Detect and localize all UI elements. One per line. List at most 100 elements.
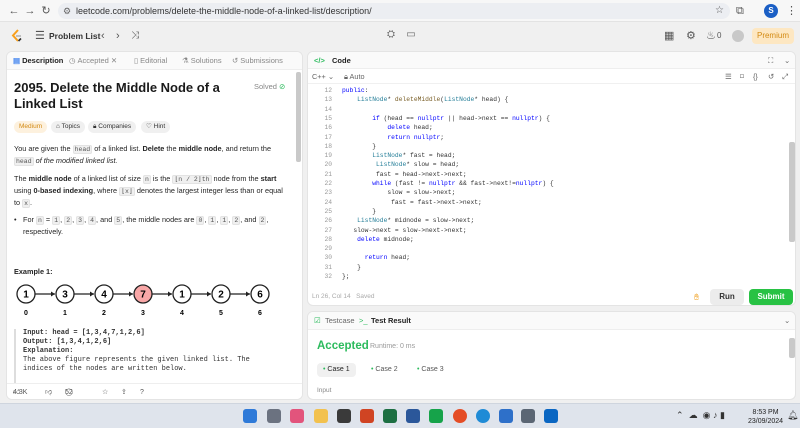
autocomplete-toggle[interactable]: 🔒︎ Auto [344, 69, 365, 84]
help-icon[interactable]: ? [140, 384, 144, 399]
submit-button[interactable]: Submit [749, 289, 793, 305]
teams-icon[interactable] [476, 409, 490, 423]
left-scrollbar[interactable] [296, 72, 301, 162]
favorite-star-icon[interactable]: ☆ [102, 384, 108, 399]
bookmark-star-icon[interactable]: ☆ [715, 3, 724, 19]
hint-tag[interactable]: ♡ Hint [141, 121, 171, 133]
difficulty-tag[interactable]: Medium [14, 121, 48, 133]
linkedin-icon[interactable] [544, 409, 558, 423]
reset-icon[interactable]: ↺ [768, 69, 774, 84]
site-info-icon[interactable]: ⚙ [63, 3, 71, 19]
run-button[interactable]: Run [710, 289, 744, 305]
collapse-icon[interactable]: ⌄ [784, 52, 790, 69]
case-3-tab[interactable]: • Case 3 [411, 363, 450, 377]
cloud-icon[interactable]: ☁ [689, 410, 698, 420]
tab-editorial[interactable]: ▯ Editorial [134, 52, 167, 70]
clock[interactable]: 8:53 PM 23/09/2024 [748, 408, 783, 426]
back-icon[interactable]: ← [6, 3, 22, 19]
code-line: fast = fast->next->next; [342, 198, 482, 206]
search-icon[interactable] [267, 409, 281, 423]
edge-icon[interactable] [429, 409, 443, 423]
battery-icon[interactable]: ▮ [720, 410, 725, 420]
description-bullet: • For n = 1, 2, 3, 4, and 5, the middle n… [14, 215, 269, 236]
problem-list-link[interactable]: Problem List [49, 28, 100, 44]
example-title: Example 1: [14, 267, 53, 276]
copilot-icon[interactable] [290, 409, 304, 423]
code-line: } [342, 263, 361, 271]
format-icon[interactable]: ☰ [725, 69, 732, 84]
premium-button[interactable]: Premium [752, 28, 794, 44]
tab-accepted[interactable]: ◷ Accepted ✕ [69, 52, 117, 70]
line-number: 29 [324, 245, 332, 253]
diagram-arrowhead [51, 291, 55, 297]
forward-icon[interactable]: → [22, 3, 38, 19]
word-icon[interactable] [406, 409, 420, 423]
shuffle-icon[interactable]: ⤨ [131, 28, 139, 44]
code-line: }; [342, 273, 350, 280]
line-number: 17 [324, 133, 332, 141]
code-line: } [342, 142, 377, 150]
companies-tag[interactable]: 🔒︎ Companies [88, 121, 137, 133]
result-scrollbar[interactable] [789, 338, 795, 358]
line-number: 16 [324, 124, 332, 132]
powerpoint-icon[interactable] [360, 409, 374, 423]
photos-icon[interactable] [499, 409, 513, 423]
leetcode-logo-icon[interactable] [10, 29, 24, 43]
code-editor[interactable]: 12 public: 13 ListNode* deleteMiddle(ListN… [308, 85, 788, 290]
topics-tag[interactable]: ⌂ Topics [51, 121, 86, 133]
line-number: 14 [324, 105, 332, 113]
collapse-result-icon[interactable]: ⌄ [784, 312, 790, 330]
solved-status: Solved ⊘ [254, 82, 286, 91]
code-line: public: [342, 87, 369, 94]
dislike-icon[interactable]: 👎︎ [45, 384, 52, 399]
streak-fire-icon[interactable]: ♨ [706, 28, 716, 44]
extensions-icon[interactable]: ⧉ [736, 3, 744, 19]
brackets-icon[interactable]: {} [753, 69, 758, 84]
lock-icon: 🔒︎ [344, 72, 348, 81]
chrome-icon[interactable] [453, 409, 467, 423]
start-icon[interactable] [243, 409, 257, 423]
wifi-icon[interactable]: ◉ [703, 410, 711, 420]
prev-problem-icon[interactable]: ‹ [101, 28, 105, 44]
close-tab-icon[interactable]: ✕ [111, 56, 117, 65]
next-problem-icon[interactable]: › [116, 28, 120, 44]
code-line: slow->next = slow->next->next; [342, 226, 467, 234]
tab-submissions[interactable]: ↺ Submissions [232, 52, 283, 70]
file-explorer-icon[interactable] [314, 409, 328, 423]
language-select[interactable]: C++ ⌄ [312, 69, 334, 84]
bookmark-icon[interactable]: ⌑ [740, 69, 744, 84]
expand-icon[interactable]: ⤢ [782, 69, 788, 84]
maximize-icon[interactable]: ⛶ [768, 52, 773, 69]
example-block: Input: head = [1,3,4,7,1,2,6] Output: [1… [14, 329, 289, 389]
list-icon[interactable]: ☰ [35, 28, 45, 44]
system-tray[interactable]: ⌃ ☁ ◉ ♪ ▮ [676, 410, 725, 421]
notes-icon[interactable]: ▭ [404, 27, 418, 43]
settings-gear-icon[interactable]: ⚙ [686, 28, 696, 44]
camera-icon[interactable] [521, 409, 535, 423]
excel-icon[interactable] [383, 409, 397, 423]
tab-testcase[interactable]: Testcase [325, 312, 355, 330]
share-icon[interactable]: ⇪ [121, 384, 127, 399]
chevron-up-icon[interactable]: ⌃ [676, 410, 684, 420]
case-1-tab[interactable]: • Case 1 [317, 363, 356, 377]
tab-solutions[interactable]: ⚗ Solutions [182, 52, 222, 70]
tab-test-result[interactable]: Test Result [371, 312, 411, 330]
media-icon[interactable] [337, 409, 351, 423]
user-avatar[interactable] [732, 30, 744, 42]
language-bar: C++ ⌄ 🔒︎ Auto ☰ ⌑ {} ↺ ⤢ [308, 69, 795, 84]
volume-icon[interactable]: ♪ [713, 410, 718, 420]
browser-toolbar: ← → ↻ ⚙ leetcode.com/problems/delete-the… [0, 0, 800, 22]
case-2-tab[interactable]: • Case 2 [365, 363, 404, 377]
profile-avatar[interactable]: S [764, 4, 778, 18]
code-scrollbar[interactable] [789, 142, 795, 242]
tab-description[interactable]: ▤ Description [13, 52, 63, 70]
address-bar[interactable]: ⚙ leetcode.com/problems/delete-the-middl… [58, 3, 730, 19]
notification-bell-icon[interactable]: 🔔︎ [787, 410, 798, 421]
layout-grid-icon[interactable]: ▦ [664, 28, 674, 44]
code-tab-label[interactable]: Code [332, 52, 351, 69]
code-line: while (fast != nullptr && fast->next!=nu… [372, 180, 554, 187]
reload-icon[interactable]: ↻ [38, 3, 54, 19]
menu-icon[interactable]: ⋮ [786, 3, 797, 19]
debug-icon[interactable]: ⛭ [384, 27, 398, 43]
left-footer: 👍︎ 4.3K 👎︎ ◯ 52 ☆ ⇪ ? [7, 383, 302, 399]
